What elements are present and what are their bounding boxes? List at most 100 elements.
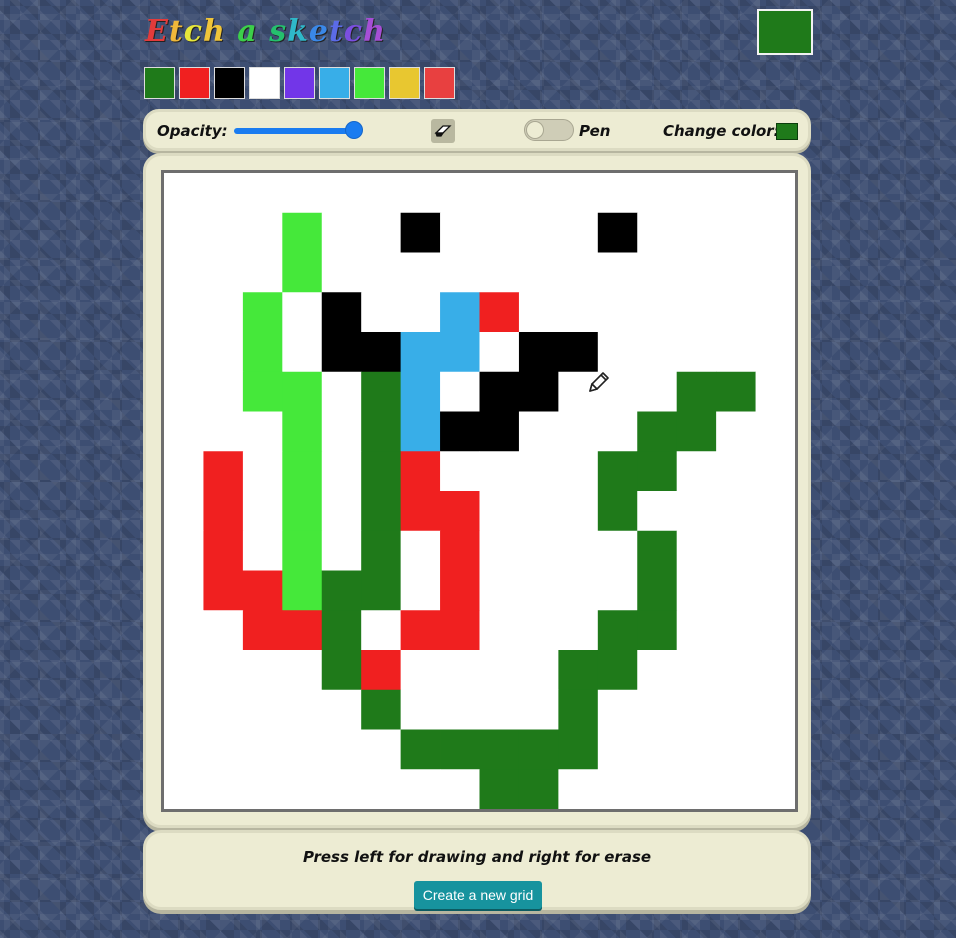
grid-cell[interactable] — [203, 252, 244, 293]
grid-cell[interactable] — [597, 650, 638, 691]
grid-cell[interactable] — [676, 371, 717, 412]
grid-cell[interactable] — [676, 212, 717, 253]
grid-cell[interactable] — [164, 650, 204, 691]
grid-cell[interactable] — [400, 530, 441, 571]
grid-cell[interactable] — [242, 650, 283, 691]
grid-cell[interactable] — [755, 610, 795, 651]
grid-cell[interactable] — [321, 173, 362, 214]
grid-cell[interactable] — [676, 451, 717, 492]
grid-cell[interactable] — [440, 689, 480, 730]
grid-cell[interactable] — [321, 252, 362, 293]
grid-cell[interactable] — [558, 729, 599, 770]
grid-cell[interactable] — [242, 212, 283, 253]
grid-cell[interactable] — [242, 610, 283, 651]
grid-cell[interactable] — [440, 252, 480, 293]
grid-cell[interactable] — [479, 292, 520, 333]
grid-cell[interactable] — [282, 451, 323, 492]
grid-cell[interactable] — [716, 411, 756, 452]
grid-cell[interactable] — [164, 371, 204, 412]
grid-cell[interactable] — [479, 491, 520, 532]
grid-cell[interactable] — [203, 729, 244, 770]
grid-cell[interactable] — [361, 570, 402, 611]
grid-cell[interactable] — [400, 411, 441, 452]
grid-cell[interactable] — [597, 689, 638, 730]
grid-cell[interactable] — [164, 451, 204, 492]
grid-cell[interactable] — [479, 610, 520, 651]
grid-cell[interactable] — [242, 332, 283, 373]
grid-cell[interactable] — [242, 173, 283, 214]
grid-cell[interactable] — [637, 729, 678, 770]
grid-cell[interactable] — [203, 769, 244, 809]
grid-cell[interactable] — [716, 173, 756, 214]
grid-cell[interactable] — [597, 530, 638, 571]
grid-cell[interactable] — [361, 769, 402, 809]
palette-swatch[interactable] — [249, 67, 280, 99]
grid-cell[interactable] — [361, 332, 402, 373]
grid-cell[interactable] — [479, 371, 520, 412]
grid-cell[interactable] — [755, 173, 795, 214]
grid-cell[interactable] — [479, 332, 520, 373]
grid-cell[interactable] — [203, 411, 244, 452]
grid-cell[interactable] — [637, 491, 678, 532]
grid-cell[interactable] — [518, 173, 559, 214]
grid-cell[interactable] — [440, 530, 480, 571]
palette-swatch[interactable] — [319, 67, 350, 99]
grid-cell[interactable] — [637, 173, 678, 214]
grid-cell[interactable] — [558, 451, 599, 492]
grid-cell[interactable] — [203, 371, 244, 412]
grid-cell[interactable] — [716, 729, 756, 770]
grid-cell[interactable] — [755, 252, 795, 293]
grid-cell[interactable] — [479, 650, 520, 691]
change-color-input[interactable] — [776, 123, 798, 140]
grid-cell[interactable] — [164, 530, 204, 571]
grid-cell[interactable] — [597, 570, 638, 611]
grid-cell[interactable] — [518, 252, 559, 293]
grid-cell[interactable] — [440, 212, 480, 253]
grid-cell[interactable] — [676, 411, 717, 452]
pen-toggle-knob[interactable] — [527, 122, 543, 138]
palette-swatch[interactable] — [179, 67, 210, 99]
grid-cell[interactable] — [440, 411, 480, 452]
grid-cell[interactable] — [321, 332, 362, 373]
grid-cell[interactable] — [597, 173, 638, 214]
grid-cell[interactable] — [282, 689, 323, 730]
palette-swatch[interactable] — [144, 67, 175, 99]
grid-cell[interactable] — [400, 689, 441, 730]
sketch-grid[interactable] — [161, 170, 798, 812]
grid-cell[interactable] — [755, 371, 795, 412]
grid-cell[interactable] — [164, 769, 204, 809]
grid-cell[interactable] — [321, 371, 362, 412]
grid-cell[interactable] — [203, 292, 244, 333]
grid-cell[interactable] — [321, 491, 362, 532]
grid-cell[interactable] — [440, 570, 480, 611]
grid-cell[interactable] — [440, 451, 480, 492]
grid-cell[interactable] — [637, 769, 678, 809]
grid-cell[interactable] — [637, 411, 678, 452]
grid-cell[interactable] — [637, 371, 678, 412]
grid-cell[interactable] — [321, 212, 362, 253]
grid-cell[interactable] — [676, 610, 717, 651]
grid-cell[interactable] — [558, 173, 599, 214]
grid-cell[interactable] — [282, 491, 323, 532]
grid-cell[interactable] — [203, 173, 244, 214]
grid-cell[interactable] — [637, 570, 678, 611]
grid-canvas[interactable] — [164, 173, 795, 809]
grid-cell[interactable] — [203, 610, 244, 651]
grid-cell[interactable] — [361, 212, 402, 253]
grid-cell[interactable] — [203, 530, 244, 571]
grid-cell[interactable] — [203, 332, 244, 373]
grid-cell[interactable] — [597, 491, 638, 532]
grid-cell[interactable] — [400, 332, 441, 373]
grid-cell[interactable] — [597, 252, 638, 293]
grid-cell[interactable] — [518, 689, 559, 730]
grid-cell[interactable] — [518, 610, 559, 651]
grid-cell[interactable] — [361, 650, 402, 691]
grid-cell[interactable] — [282, 411, 323, 452]
grid-cell[interactable] — [282, 769, 323, 809]
grid-cell[interactable] — [400, 570, 441, 611]
grid-cell[interactable] — [637, 650, 678, 691]
grid-cell[interactable] — [518, 491, 559, 532]
grid-cell[interactable] — [400, 371, 441, 412]
grid-cell[interactable] — [321, 769, 362, 809]
grid-cell[interactable] — [637, 252, 678, 293]
